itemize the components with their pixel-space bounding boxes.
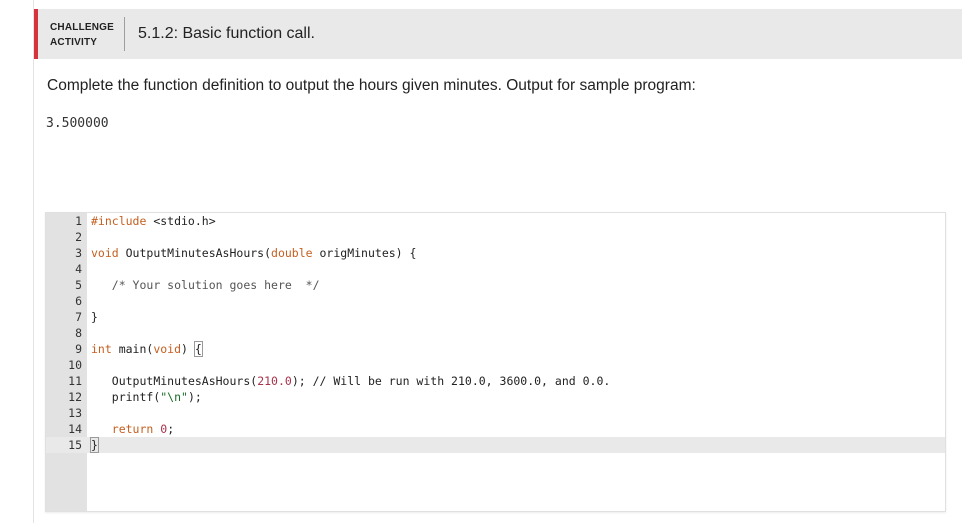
line-number: 11 bbox=[68, 374, 82, 388]
code-line[interactable]: 5 /* Your solution goes here */ bbox=[46, 277, 945, 293]
code-line[interactable]: 9 int main(void) { bbox=[46, 341, 945, 357]
code-line[interactable]: 7 } bbox=[46, 309, 945, 325]
preprocessor-directive: #include bbox=[91, 214, 147, 228]
code-line[interactable]: 14 return 0; bbox=[46, 421, 945, 437]
line-number: 6 bbox=[75, 294, 82, 308]
code-line[interactable]: 4 bbox=[46, 261, 945, 277]
return-end: ; bbox=[167, 422, 175, 436]
challenge-activity-label: CHALLENGE ACTIVITY bbox=[50, 20, 114, 50]
closing-brace: } bbox=[91, 310, 98, 324]
line-number: 7 bbox=[75, 310, 82, 324]
function-params: origMinutes) { bbox=[312, 246, 417, 260]
line-number: 1 bbox=[75, 214, 82, 228]
text-cursor bbox=[97, 438, 99, 451]
line-number: 15 bbox=[68, 438, 82, 452]
page-edge bbox=[33, 0, 34, 523]
number-literal: 210.0 bbox=[257, 374, 292, 388]
line-number: 3 bbox=[75, 246, 82, 260]
code-line-active[interactable]: 15 } bbox=[46, 437, 945, 453]
keyword-void: void bbox=[153, 342, 182, 356]
instructions-text: Complete the function definition to outp… bbox=[47, 77, 696, 94]
code-editor[interactable]: 1 #include <stdio.h> 2 3 void OutputMinu… bbox=[45, 212, 946, 512]
code-line[interactable]: 6 bbox=[46, 293, 945, 309]
line-number: 14 bbox=[68, 422, 82, 436]
function-name: OutputMinutesAsHours( bbox=[118, 246, 272, 260]
line-number: 13 bbox=[68, 406, 82, 420]
function-call: OutputMinutesAsHours( bbox=[111, 374, 258, 388]
printf-call: printf( bbox=[111, 390, 161, 404]
challenge-title: 5.1.2: Basic function call. bbox=[138, 25, 315, 42]
matched-brace: { bbox=[193, 341, 203, 357]
keyword-void: void bbox=[91, 246, 119, 260]
code-line[interactable]: 10 bbox=[46, 357, 945, 373]
call-comment: ); // Will be run with 210.0, 3600.0, an… bbox=[291, 374, 611, 388]
code-line[interactable]: 3 void OutputMinutesAsHours(double origM… bbox=[46, 245, 945, 261]
line-number: 9 bbox=[75, 342, 82, 356]
main-name: main( bbox=[111, 342, 154, 356]
line-number: 5 bbox=[75, 278, 82, 292]
line-number: 8 bbox=[75, 326, 82, 340]
code-line[interactable]: 2 bbox=[46, 229, 945, 245]
solution-comment: /* Your solution goes here */ bbox=[111, 278, 320, 292]
printf-end: ); bbox=[187, 390, 202, 404]
sample-output: 3.500000 bbox=[46, 116, 109, 131]
keyword-return: return bbox=[111, 422, 154, 436]
line-number: 4 bbox=[75, 262, 82, 276]
code-line[interactable]: 12 printf("\n"); bbox=[46, 389, 945, 405]
code-line[interactable]: 1 #include <stdio.h> bbox=[46, 213, 945, 229]
challenge-header: CHALLENGE ACTIVITY 5.1.2: Basic function… bbox=[34, 9, 962, 59]
header-divider bbox=[124, 17, 125, 51]
main-params: ) bbox=[181, 342, 195, 356]
include-header: <stdio.h> bbox=[146, 214, 216, 228]
code-line[interactable]: 11 OutputMinutesAsHours(210.0); // Will … bbox=[46, 373, 945, 389]
keyword-double: double bbox=[271, 246, 313, 260]
line-number: 10 bbox=[68, 358, 82, 372]
keyword-int: int bbox=[91, 342, 112, 356]
label-line-1: CHALLENGE bbox=[50, 22, 115, 33]
line-number: 12 bbox=[68, 390, 82, 404]
line-number: 2 bbox=[75, 230, 82, 244]
label-line-2: ACTIVITY bbox=[50, 37, 98, 48]
string-literal: "\n" bbox=[160, 390, 188, 404]
header-accent-bar bbox=[34, 9, 38, 59]
closing-brace: } bbox=[90, 437, 99, 453]
code-line[interactable]: 13 bbox=[46, 405, 945, 421]
code-line[interactable]: 8 bbox=[46, 325, 945, 341]
